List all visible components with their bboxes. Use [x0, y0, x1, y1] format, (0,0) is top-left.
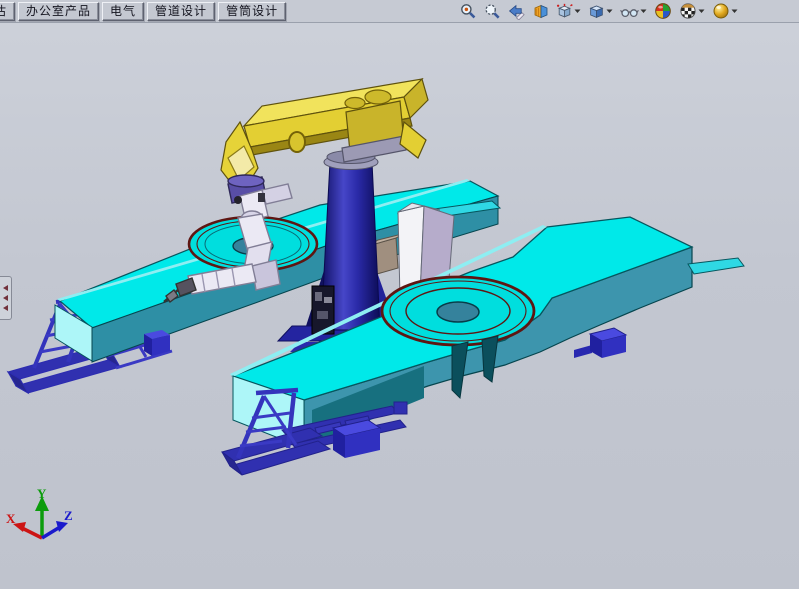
chevron-down-icon: [606, 3, 613, 19]
section-view-button[interactable]: [532, 2, 550, 21]
color-sphere-icon: [654, 2, 672, 20]
previous-view-button[interactable]: [507, 2, 527, 21]
magnifier-dashed-icon: [484, 3, 501, 20]
checkered-sphere-icon: [679, 2, 697, 20]
zoom-to-fit-button[interactable]: [459, 2, 478, 21]
view-orientation-button[interactable]: [555, 2, 582, 21]
heads-up-view-toolbar: [459, 1, 799, 21]
display-style-button[interactable]: [587, 2, 614, 21]
shaded-cube-icon: [588, 3, 605, 20]
chevron-down-icon: [731, 3, 738, 19]
collapse-left-icon: [3, 285, 8, 291]
section-box-icon: [533, 3, 549, 20]
tab-office-products[interactable]: 办公室产品: [18, 2, 99, 21]
apply-scene-button[interactable]: [678, 1, 706, 21]
tab-evaluate[interactable]: 估: [0, 2, 15, 21]
commandmanager-tabs: 估 办公室产品 电气 管道设计 管筒设计: [0, 0, 289, 22]
origin-triad: Y X Z: [6, 486, 73, 538]
zoom-to-area-button[interactable]: [483, 2, 502, 21]
view-settings-button[interactable]: [711, 1, 739, 21]
tab-tubing-design[interactable]: 管筒设计: [218, 2, 286, 21]
command-toolbar: 估 办公室产品 电气 管道设计 管筒设计: [0, 0, 799, 23]
chevron-down-icon: [574, 3, 581, 19]
front-slewing-ring[interactable]: [382, 277, 534, 345]
chevron-down-icon: [640, 3, 647, 19]
feature-panel-splitter[interactable]: [0, 276, 12, 320]
triad-z-label: Z: [64, 508, 73, 523]
tab-electrical[interactable]: 电气: [102, 2, 144, 21]
triad-x-label: X: [6, 511, 16, 526]
3d-viewport[interactable]: Y X Z: [0, 0, 799, 589]
blue-arrow-pen-icon: [508, 3, 526, 20]
chevron-down-icon: [698, 3, 705, 19]
view-cube-icon: [556, 3, 573, 20]
edit-appearance-button[interactable]: [653, 1, 673, 21]
robot-boom-arm[interactable]: [221, 79, 428, 183]
collapse-left-icon: [3, 295, 8, 301]
hide-show-items-button[interactable]: [619, 2, 648, 21]
triad-y-label: Y: [37, 486, 47, 501]
gold-sphere-icon: [712, 2, 730, 20]
tab-piping-design[interactable]: 管道设计: [147, 2, 215, 21]
collapse-left-icon: [3, 305, 8, 311]
glasses-icon: [620, 3, 639, 20]
magnifier-icon: [460, 3, 477, 20]
